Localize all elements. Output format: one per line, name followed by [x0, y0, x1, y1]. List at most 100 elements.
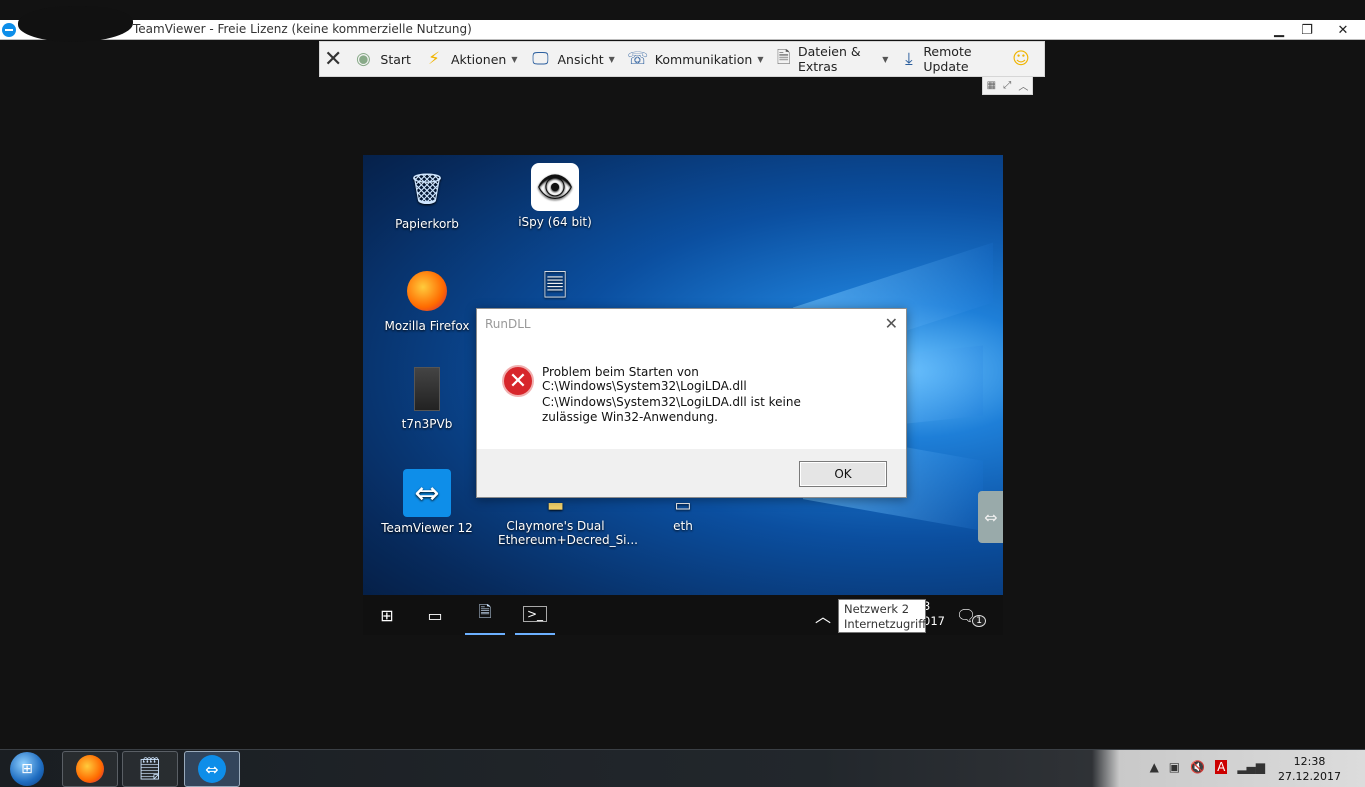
close-session-button[interactable]: ✕: [320, 41, 346, 77]
start-icon: ◉: [356, 49, 371, 69]
toolbar-start[interactable]: ◉ Start: [346, 41, 417, 77]
start-button[interactable]: ⊞: [6, 751, 48, 787]
clock-time: 12:38: [1293, 755, 1326, 768]
firefox-icon: [403, 267, 451, 315]
teamviewer-side-panel-icon[interactable]: ⇔: [978, 491, 1003, 543]
toolbar-dateien[interactable]: 🗎 Dateien & Extras ▼: [769, 41, 894, 77]
close-icon: ✕: [884, 314, 898, 333]
taskbar-app-console[interactable]: >_: [515, 595, 555, 635]
desktop-icon-ispy[interactable]: 👁 iSpy (64 bit): [505, 163, 605, 229]
document-icon: 🗏: [542, 268, 568, 304]
firefox-icon: [76, 755, 104, 783]
toolbar-aktionen-label: Aktionen: [450, 51, 507, 67]
dialog-message-secondary: C:\Windows\System32\LogiLDA.dll ist kein…: [542, 395, 801, 424]
clock-date: 27.12.2017: [1278, 770, 1341, 783]
restore-button[interactable]: ❐: [1293, 20, 1321, 40]
smiley-icon: ☺: [1012, 49, 1030, 69]
notification-count: 1: [972, 615, 987, 627]
files-icon: 🗎: [776, 47, 791, 68]
taskbar-firefox[interactable]: [62, 751, 118, 787]
close-window-button[interactable]: ✕: [1321, 20, 1365, 40]
dialog-title: RunDLL: [485, 317, 531, 331]
desktop-icon-teamviewer[interactable]: ⇔ TeamViewer 12: [377, 469, 477, 535]
host-taskbar: ⊞ 🗒 ⇔ ▲ ▣ 🔇 A ▂▄▆ 12:38 27.12.2017: [0, 749, 1365, 787]
toolbar-kommunikation[interactable]: ☏ Kommunikation ▼: [621, 41, 770, 77]
lightning-icon: ⚡: [428, 49, 440, 69]
tray-device-icon[interactable]: ▣: [1169, 760, 1180, 774]
notepad-icon: 🗒: [136, 756, 164, 782]
desktop-icon-label: Mozilla Firefox: [384, 319, 470, 333]
close-icon: ✕: [323, 46, 343, 72]
network-signal-icon[interactable]: ▂▄▆: [1237, 760, 1265, 774]
monitor-icon: 🖵: [532, 49, 549, 69]
windows-logo-icon: ⊞: [10, 752, 44, 786]
desktop-icon-label: Papierkorb: [395, 217, 459, 231]
error-icon: ✕: [502, 365, 534, 397]
eye-icon: 👁: [531, 163, 579, 211]
dialog-close-button[interactable]: ✕: [885, 314, 898, 333]
desktop-icon-papierkorb[interactable]: 🗑 Papierkorb: [377, 165, 477, 232]
toolbar-remote-update[interactable]: ⤓ Remote Update: [894, 41, 1004, 77]
network-tooltip: Netzwerk 2 Internetzugriff: [838, 599, 926, 633]
desktop-icon-label: t7n3PVb: [401, 417, 453, 431]
window-title: TeamViewer - Freie Lizenz (keine kommerz…: [133, 22, 472, 36]
remote-toolbar: ✕ ◉ Start ⚡ Aktionen ▼ 🖵 Ansicht ▼ ☏ Kom…: [319, 41, 1045, 77]
desktop-icon-label: eth: [673, 519, 693, 533]
dialog-footer: OK: [477, 449, 906, 497]
taskbar-teamviewer[interactable]: ⇔: [184, 751, 240, 787]
toolbar-start-label: Start: [380, 51, 411, 67]
console-icon: >_: [522, 606, 548, 622]
phone-icon: ☏: [627, 49, 649, 69]
chevron-down-icon: ▼: [608, 54, 615, 64]
dialog-message-primary: Problem beim Starten von C:\Windows\Syst…: [542, 365, 747, 393]
teamviewer-icon: ⇔: [403, 469, 451, 517]
fullscreen-icon[interactable]: ⤢: [1003, 80, 1011, 91]
tray-chevron-up-icon[interactable]: ▲: [1150, 760, 1159, 774]
grid-icon[interactable]: ▦: [987, 80, 996, 91]
screen: TeamViewer - Freie Lizenz (keine kommerz…: [0, 0, 1365, 787]
rundll-error-dialog: RunDLL ✕ ✕ Problem beim Starten von C:\W…: [476, 308, 907, 498]
window-controls: ▁ ❐ ✕: [1265, 20, 1365, 40]
ok-button[interactable]: OK: [799, 461, 887, 487]
folder-icon: ▬: [546, 494, 564, 516]
chevron-down-icon: ▼: [757, 54, 764, 64]
recycle-bin-icon: 🗑: [407, 171, 447, 207]
system-tray: ▲ ▣ 🔇 A ▂▄▆: [1150, 760, 1265, 774]
toolbar-remote-update-label: Remote Update: [923, 44, 972, 74]
document-icon: 🗎: [478, 601, 492, 621]
file-icon: [403, 365, 451, 413]
toolbar-kommunikation-label: Kommunikation: [654, 51, 753, 67]
desktop-icon-label: Claymore's Dual Ethereum+Decred_Si...: [498, 519, 638, 547]
teamviewer-icon: ⇔: [198, 755, 226, 783]
toolbar-dateien-label: Dateien & Extras: [797, 44, 861, 74]
taskbar-notepad[interactable]: 🗒: [122, 751, 178, 787]
chevron-down-icon: ▼: [882, 54, 889, 64]
taskbar-app-notepad[interactable]: 🗎: [465, 595, 505, 635]
toolbar-ansicht[interactable]: 🖵 Ansicht ▼: [523, 41, 620, 77]
tray-chevron-up-icon[interactable]: ︿: [803, 595, 843, 635]
feedback-smiley-button[interactable]: ☺: [1004, 41, 1044, 77]
download-icon: ⤓: [905, 49, 913, 69]
toolbar-subbar: ▦ ⤢ ︿: [982, 77, 1033, 95]
chevron-up-icon[interactable]: ︿: [1018, 78, 1028, 93]
tray-acrobat-icon[interactable]: A: [1215, 760, 1228, 774]
desktop-icon-eth[interactable]: ▭ eth: [633, 494, 733, 534]
minimize-button[interactable]: ▁: [1265, 20, 1293, 40]
speaker-muted-icon[interactable]: 🔇: [1190, 760, 1205, 774]
window-titlebar: TeamViewer - Freie Lizenz (keine kommerz…: [0, 6, 1365, 42]
desktop-icon-claymore[interactable]: ▬ Claymore's Dual Ethereum+Decred_Si...: [498, 494, 638, 548]
host-clock[interactable]: 12:38 27.12.2017: [1278, 754, 1341, 784]
windows-start-icon[interactable]: ⊞: [367, 595, 407, 635]
desktop-icon-t7n3pvb[interactable]: t7n3PVb: [377, 365, 477, 431]
action-center-icon[interactable]: 🗨 1: [951, 595, 991, 635]
teamviewer-app-icon: [2, 23, 16, 37]
toolbar-ansicht-label: Ansicht: [557, 51, 604, 67]
toolbar-aktionen[interactable]: ⚡ Aktionen ▼: [417, 41, 524, 77]
redacted-scribble: [18, 6, 133, 42]
desktop-icon-label: iSpy (64 bit): [518, 215, 592, 229]
document-icon: ▭: [674, 494, 692, 516]
remote-clock-partial: 3 017: [923, 599, 945, 628]
task-view-icon[interactable]: ▭: [415, 595, 455, 635]
desktop-icon-label: TeamViewer 12: [381, 521, 473, 535]
desktop-icon-firefox[interactable]: Mozilla Firefox: [377, 267, 477, 333]
